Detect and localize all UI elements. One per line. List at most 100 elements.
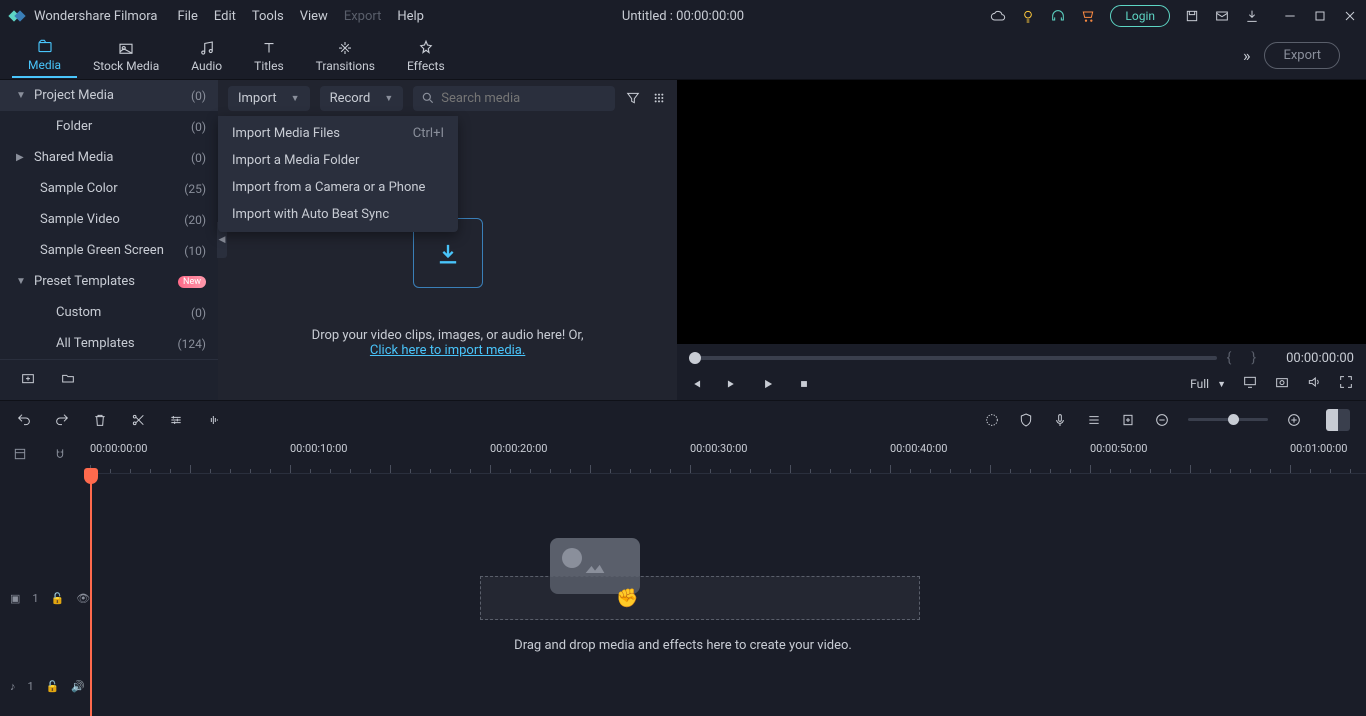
sidebar-item-sample-color[interactable]: Sample Color (25): [0, 173, 218, 204]
add-folder-icon[interactable]: [20, 370, 36, 386]
audio-track-1[interactable]: ♪ 1 🔓 🔊: [0, 670, 1366, 702]
cart-icon[interactable]: [1080, 8, 1096, 24]
grab-cursor-icon: ✊: [616, 588, 638, 609]
sidebar: ▼ Project Media (0) Folder (0) ▶ Shared …: [0, 80, 218, 400]
zoom-in-icon[interactable]: [1286, 412, 1302, 428]
mixer-icon[interactable]: [1086, 412, 1102, 428]
tab-media[interactable]: Media: [12, 34, 77, 78]
minimize-icon[interactable]: [1282, 8, 1298, 24]
menu-tools[interactable]: Tools: [252, 9, 284, 24]
maximize-icon[interactable]: [1312, 8, 1328, 24]
snapshot-icon[interactable]: [1274, 374, 1290, 394]
cloud-icon[interactable]: [990, 8, 1006, 24]
import-media-folder[interactable]: Import a Media Folder: [218, 147, 458, 174]
menu-help[interactable]: Help: [397, 9, 424, 24]
tab-transitions[interactable]: Transitions: [300, 35, 391, 77]
split-icon[interactable]: [130, 412, 146, 428]
delete-icon[interactable]: [92, 412, 108, 428]
redo-icon[interactable]: [54, 412, 70, 428]
playhead[interactable]: [90, 468, 92, 716]
ruler-label: 00:00:40:00: [890, 442, 947, 455]
sidebar-item-sample-green[interactable]: Sample Green Screen (10): [0, 235, 218, 266]
lock-icon[interactable]: 🔓: [46, 680, 60, 693]
tab-stock-media[interactable]: Stock Media: [77, 35, 175, 77]
video-track-number: 1: [32, 592, 38, 605]
mark-brackets[interactable]: {}: [1227, 350, 1276, 366]
grid-view-icon[interactable]: [651, 90, 667, 106]
undo-icon[interactable]: [16, 412, 32, 428]
import-menu: Import Media FilesCtrl+I Import a Media …: [218, 116, 458, 232]
adjust-icon[interactable]: [168, 412, 184, 428]
ruler-label: 00:00:30:00: [690, 442, 747, 455]
tab-audio-label: Audio: [191, 59, 222, 73]
prev-frame-icon[interactable]: [689, 377, 703, 391]
mail-icon[interactable]: [1214, 8, 1230, 24]
timeline-options-icon[interactable]: [12, 446, 28, 466]
folder-icon[interactable]: [60, 370, 76, 386]
search-input[interactable]: [441, 91, 607, 106]
zoom-slider[interactable]: [1188, 418, 1268, 421]
close-icon[interactable]: [1342, 8, 1358, 24]
fit-dropdown[interactable]: Full ▼: [1190, 377, 1226, 391]
download-icon[interactable]: [1244, 8, 1260, 24]
import-camera-phone[interactable]: Import from a Camera or a Phone: [218, 174, 458, 201]
render-icon[interactable]: [984, 412, 1000, 428]
preview-viewport[interactable]: [677, 80, 1366, 344]
import-dropdown[interactable]: Import▼: [228, 86, 310, 111]
filter-icon[interactable]: [625, 90, 641, 106]
chevron-down-icon: ▼: [16, 276, 28, 287]
marker-shield-icon[interactable]: [1018, 412, 1034, 428]
marker-add-icon[interactable]: [1120, 412, 1136, 428]
sidebar-item-project-media[interactable]: ▼ Project Media (0): [0, 80, 218, 111]
tab-bar: Media Stock Media Audio Titles Transitio…: [0, 32, 1366, 80]
zoom-out-icon[interactable]: [1154, 412, 1170, 428]
play-icon[interactable]: [761, 377, 775, 391]
snap-toggle[interactable]: [1326, 409, 1350, 431]
menu-file[interactable]: File: [177, 9, 197, 24]
tab-titles[interactable]: Titles: [238, 35, 299, 77]
import-link[interactable]: Click here to import media.: [370, 343, 525, 358]
sidebar-item-folder[interactable]: Folder (0): [0, 111, 218, 142]
headphones-icon[interactable]: [1050, 8, 1066, 24]
menu-edit[interactable]: Edit: [214, 9, 236, 24]
ruler-label: 00:00:50:00: [1090, 442, 1147, 455]
voiceover-icon[interactable]: [1052, 412, 1068, 428]
magnet-icon[interactable]: [52, 446, 68, 466]
tabs-more-icon[interactable]: »: [1243, 46, 1251, 65]
chevron-down-icon: ▼: [384, 93, 393, 104]
next-frame-icon[interactable]: [725, 377, 739, 391]
fullscreen-icon[interactable]: [1338, 374, 1354, 394]
lightbulb-icon[interactable]: [1020, 8, 1036, 24]
export-button[interactable]: Export: [1264, 42, 1340, 69]
tab-effects[interactable]: Effects: [391, 35, 461, 77]
save-icon[interactable]: [1184, 8, 1200, 24]
new-badge: New: [178, 276, 206, 288]
sidebar-item-custom[interactable]: Custom (0): [0, 297, 218, 328]
mute-icon[interactable]: 🔊: [71, 680, 85, 693]
menu-view[interactable]: View: [300, 9, 328, 24]
scrub-slider[interactable]: [689, 356, 1216, 360]
visibility-icon[interactable]: 👁: [76, 592, 90, 605]
lock-icon[interactable]: 🔓: [51, 592, 65, 605]
tab-media-label: Media: [28, 58, 61, 72]
audio-wave-icon[interactable]: [206, 412, 222, 428]
timeline-ruler[interactable]: 00:00:00:0000:00:10:0000:00:20:0000:00:3…: [90, 438, 1366, 474]
tab-effects-label: Effects: [407, 59, 445, 73]
timeline-drop-zone[interactable]: [480, 576, 920, 620]
import-media-files[interactable]: Import Media FilesCtrl+I: [218, 120, 458, 147]
stop-icon[interactable]: [797, 377, 811, 391]
import-auto-beat[interactable]: Import with Auto Beat Sync: [218, 201, 458, 228]
display-icon[interactable]: [1242, 374, 1258, 394]
sidebar-item-all-templates[interactable]: All Templates (124): [0, 328, 218, 359]
tab-audio[interactable]: Audio: [175, 35, 238, 77]
chevron-down-icon: ▼: [291, 93, 300, 104]
record-dropdown[interactable]: Record▼: [320, 86, 404, 111]
sidebar-item-shared-media[interactable]: ▶ Shared Media (0): [0, 142, 218, 173]
sidebar-item-preset-templates[interactable]: ▼ Preset Templates New: [0, 266, 218, 297]
volume-icon[interactable]: [1306, 374, 1322, 394]
video-track-1[interactable]: ▣ 1 🔓 👁: [0, 582, 1366, 614]
sidebar-item-sample-video[interactable]: Sample Video (20): [0, 204, 218, 235]
login-button[interactable]: Login: [1110, 5, 1170, 27]
search-input-wrap[interactable]: [413, 86, 615, 111]
timeline-hint: Drag and drop media and effects here to …: [514, 638, 852, 653]
